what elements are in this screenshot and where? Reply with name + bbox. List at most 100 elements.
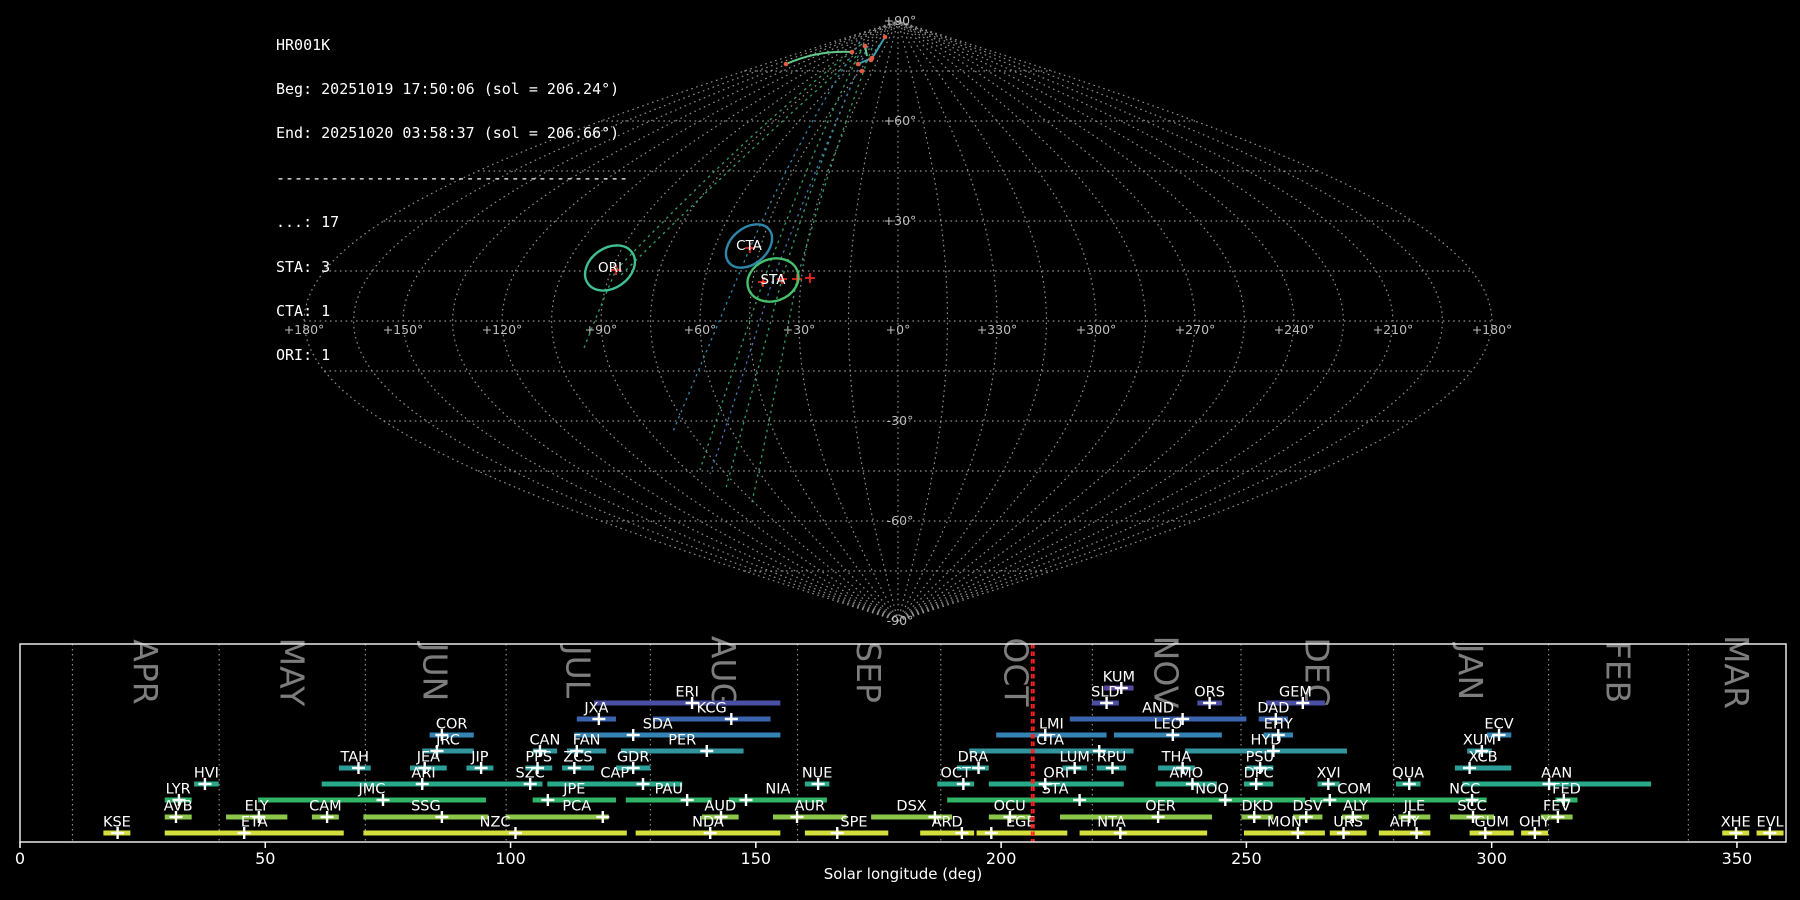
screenshot-root: +180°+150°+120°+90°+60°+30°+0°+330°+300°… [0, 0, 1800, 900]
shower-label-OER: OER [1145, 799, 1176, 815]
shower-label-DSV: DSV [1293, 799, 1323, 815]
shower-label-FAN: FAN [573, 733, 601, 749]
sky-grid-meridian [898, 21, 1195, 621]
shower-label-NDA: NDA [692, 815, 724, 831]
shower-bar-SSG [363, 815, 488, 820]
shower-label-PAU: PAU [655, 782, 683, 798]
month-label-MAY: MAY [272, 638, 311, 707]
end-time: End: 20251020 03:58:37 (sol = 206.66°) [276, 126, 628, 141]
shower-label-EVL: EVL [1756, 815, 1783, 831]
shower-bar-NZC [363, 831, 626, 836]
shower-label-CTA: CTA [1036, 733, 1064, 749]
sky-longitude-label: +240° [1274, 322, 1315, 337]
shower-peak-NIA [740, 794, 753, 806]
shower-peak-PCA [596, 811, 609, 823]
shower-label-DSX: DSX [896, 799, 926, 815]
shower-label-AHY: AHY [1390, 815, 1420, 831]
meteor-endpoint-dot [784, 62, 789, 67]
shower-label-OHY: OHY [1519, 815, 1550, 831]
shower-label-DPC: DPC [1244, 766, 1274, 782]
shower-label-KCG: KCG [697, 701, 727, 717]
shower-label-XHE: XHE [1721, 815, 1751, 831]
x-axis-tick-label: 200 [986, 849, 1017, 868]
shower-label-NUE: NUE [802, 766, 833, 782]
shower-label-XVI: XVI [1316, 766, 1340, 782]
x-axis-tick-label: 150 [741, 849, 772, 868]
meteor-endpoint-dot [860, 69, 865, 74]
shower-label-CAM: CAM [309, 799, 342, 815]
shower-label-NOO: NOO [1195, 782, 1229, 798]
x-axis-tick-label: 0 [15, 849, 25, 868]
shower-label-PPS: PPS [525, 750, 552, 766]
begin-time: Beg: 20251019 17:50:06 (sol = 206.24°) [276, 82, 628, 97]
shower-label-NTA: NTA [1097, 815, 1126, 831]
shower-label-SZC: SZC [516, 766, 545, 782]
meteor-endpoint-dot [850, 50, 855, 55]
sky-longitude-label: +270° [1175, 322, 1216, 337]
shower-label-AMO: AMO [1169, 766, 1203, 782]
shower-bar-AUR [773, 815, 847, 820]
shower-label-AAN: AAN [1541, 766, 1572, 782]
shower-label-NZC: NZC [480, 815, 511, 831]
sky-grid-meridian [898, 21, 948, 621]
sky-grid-meridian [750, 21, 899, 621]
shower-label-SCC: SCC [1457, 799, 1486, 815]
shower-label-ZCS: ZCS [563, 750, 592, 766]
month-label-SEP: SEP [849, 641, 888, 703]
x-axis-title: Solar longitude (deg) [824, 865, 982, 883]
shower-bar-PCA [506, 815, 609, 820]
radiant-label-CTA: CTA [736, 238, 763, 254]
radiant-label-STA: STA [760, 272, 786, 288]
shower-label-XCB: XCB [1469, 750, 1498, 766]
shower-label-JEA: JEA [416, 750, 440, 766]
sky-longitude-label: +0° [886, 322, 911, 337]
shower-label-RPU: RPU [1097, 750, 1126, 766]
shower-label-FEV: FEV [1543, 799, 1571, 815]
shower-peak-PER [700, 745, 713, 757]
count-sporadic: ...: 17 [276, 215, 628, 230]
shower-label-GEM: GEM [1279, 685, 1312, 701]
shower-label-NCC: NCC [1449, 782, 1480, 798]
shower-peak-EGE [985, 827, 998, 839]
shower-label-CAN: CAN [529, 733, 560, 749]
shower-label-PER: PER [668, 733, 696, 749]
shower-peak-KCG [725, 713, 738, 725]
shower-label-PCA: PCA [562, 799, 591, 815]
count-sta: STA: 3 [276, 260, 628, 275]
x-axis-tick-label: 350 [1722, 849, 1753, 868]
shower-label-LMI: LMI [1039, 717, 1064, 733]
shower-label-ARD: ARD [932, 815, 963, 831]
month-label-NOV: NOV [1147, 636, 1186, 709]
shower-label-KUM: KUM [1103, 670, 1135, 686]
shower-label-CAP: CAP [600, 766, 629, 782]
shower-peak-CAP [637, 778, 650, 790]
shower-label-SLD: SLD [1091, 685, 1119, 701]
shower-label-GDR: GDR [617, 750, 649, 766]
sky-longitude-label: +330° [977, 322, 1018, 337]
shower-label-ETA: ETA [241, 815, 268, 831]
shower-label-OCT: OCT [941, 766, 972, 782]
shower-label-JRC: JRC [435, 733, 460, 749]
shower-label-URS: URS [1333, 815, 1363, 831]
shower-label-AUR: AUR [794, 799, 825, 815]
month-label-FEB: FEB [1598, 641, 1637, 703]
shower-bar-PAU [626, 798, 712, 803]
month-label-AUG: AUG [704, 636, 743, 708]
shower-bar-MON [1244, 831, 1325, 836]
shower-label-LYR: LYR [166, 782, 191, 798]
shower-peak-SDA [627, 729, 640, 741]
station-id: HR001K [276, 38, 628, 53]
sky-longitude-label: +210° [1373, 322, 1414, 337]
shower-label-ERI: ERI [675, 685, 699, 701]
x-axis-tick-label: 50 [255, 849, 275, 868]
shower-label-COM: COM [1337, 782, 1371, 798]
plot-svg: +180°+150°+120°+90°+60°+30°+0°+330°+300°… [0, 0, 1800, 900]
shower-label-AVB: AVB [164, 799, 193, 815]
shower-label-JXA: JXA [583, 701, 608, 717]
shower-label-AUD: AUD [704, 799, 736, 815]
shower-label-ORS: ORS [1194, 685, 1225, 701]
shower-label-AND: AND [1142, 701, 1174, 717]
observation-info-block: HR001K Beg: 20251019 17:50:06 (sol = 206… [276, 8, 628, 393]
shower-label-DKD: DKD [1242, 799, 1274, 815]
shower-label-STA: STA [1042, 782, 1069, 798]
